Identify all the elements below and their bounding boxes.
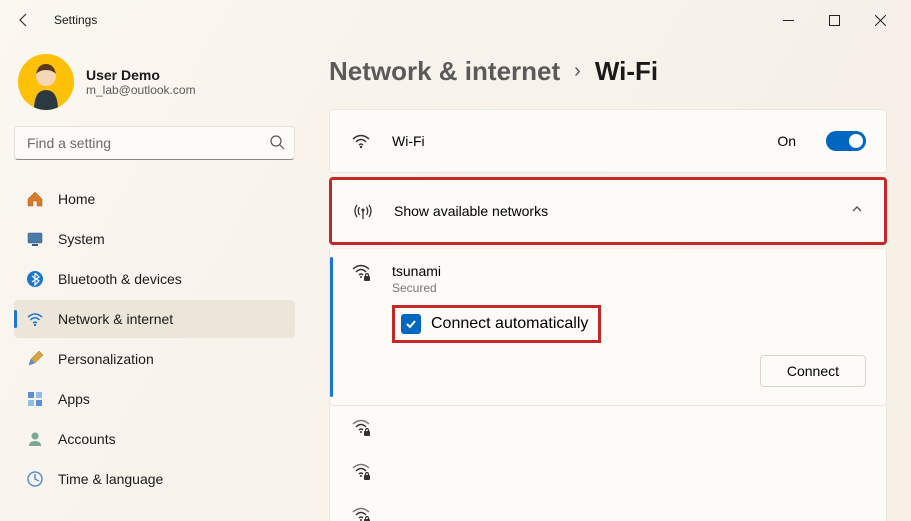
sidebar-item-time-language[interactable]: Time & language: [14, 460, 295, 498]
breadcrumb-parent[interactable]: Network & internet: [329, 56, 560, 87]
sidebar-item-label: Bluetooth & devices: [58, 271, 182, 287]
sidebar-item-personalization[interactable]: Personalization: [14, 340, 295, 378]
connect-automatically-row[interactable]: Connect automatically: [392, 305, 601, 343]
show-networks-label: Show available networks: [394, 203, 830, 219]
sidebar-item-network[interactable]: Network & internet: [14, 300, 295, 338]
sidebar-item-accounts[interactable]: Accounts: [14, 420, 295, 458]
network-item-tsunami[interactable]: tsunami Secured Connect automatically Co…: [329, 249, 887, 406]
wifi-icon: [26, 310, 44, 328]
sidebar-item-label: Network & internet: [58, 311, 173, 327]
connect-auto-label: Connect automatically: [431, 315, 588, 333]
user-email: m_lab@outlook.com: [86, 83, 196, 97]
window-title: Settings: [54, 13, 97, 27]
network-item-other-2[interactable]: [329, 450, 887, 494]
page-title: Wi-Fi: [595, 56, 658, 87]
wifi-secured-icon: [350, 263, 372, 295]
user-name: User Demo: [86, 67, 196, 83]
sidebar-item-label: Personalization: [58, 351, 154, 367]
home-icon: [26, 190, 44, 208]
personalization-icon: [26, 350, 44, 368]
chevron-up-icon: [850, 202, 864, 221]
sidebar-item-label: Apps: [58, 391, 90, 407]
sidebar-item-system[interactable]: System: [14, 220, 295, 258]
sidebar-item-label: Accounts: [58, 431, 116, 447]
antenna-icon: [352, 201, 374, 221]
wifi-secured-icon: [350, 462, 372, 482]
system-icon: [26, 230, 44, 248]
back-button[interactable]: [8, 4, 40, 36]
bluetooth-icon: [26, 270, 44, 288]
wifi-toggle-card: Wi-Fi On: [329, 109, 887, 173]
maximize-button[interactable]: [811, 4, 857, 36]
wifi-state-text: On: [777, 133, 796, 149]
network-status: Secured: [392, 281, 441, 295]
network-item-other-3[interactable]: [329, 494, 887, 521]
connect-button[interactable]: Connect: [760, 355, 866, 387]
breadcrumb: Network & internet › Wi-Fi: [329, 56, 887, 87]
show-networks-card[interactable]: Show available networks: [329, 177, 887, 245]
wifi-label: Wi-Fi: [392, 133, 757, 149]
sidebar-item-apps[interactable]: Apps: [14, 380, 295, 418]
chevron-right-icon: ›: [574, 60, 581, 83]
wifi-secured-icon: [350, 506, 372, 521]
wifi-secured-icon: [350, 418, 372, 438]
close-button[interactable]: [857, 4, 903, 36]
sidebar-item-home[interactable]: Home: [14, 180, 295, 218]
apps-icon: [26, 390, 44, 408]
sidebar-item-label: System: [58, 231, 105, 247]
wifi-icon: [350, 131, 372, 151]
sidebar-item-bluetooth[interactable]: Bluetooth & devices: [14, 260, 295, 298]
minimize-button[interactable]: [765, 4, 811, 36]
wifi-toggle[interactable]: [826, 131, 866, 151]
avatar: [18, 54, 74, 110]
connect-auto-checkbox[interactable]: [401, 314, 421, 334]
time-language-icon: [26, 470, 44, 488]
search-input[interactable]: [14, 126, 295, 160]
user-account[interactable]: User Demo m_lab@outlook.com: [18, 54, 295, 110]
accounts-icon: [26, 430, 44, 448]
sidebar-item-label: Time & language: [58, 471, 163, 487]
sidebar-item-label: Home: [58, 191, 95, 207]
network-item-other-1[interactable]: [329, 406, 887, 450]
network-name: tsunami: [392, 263, 441, 279]
